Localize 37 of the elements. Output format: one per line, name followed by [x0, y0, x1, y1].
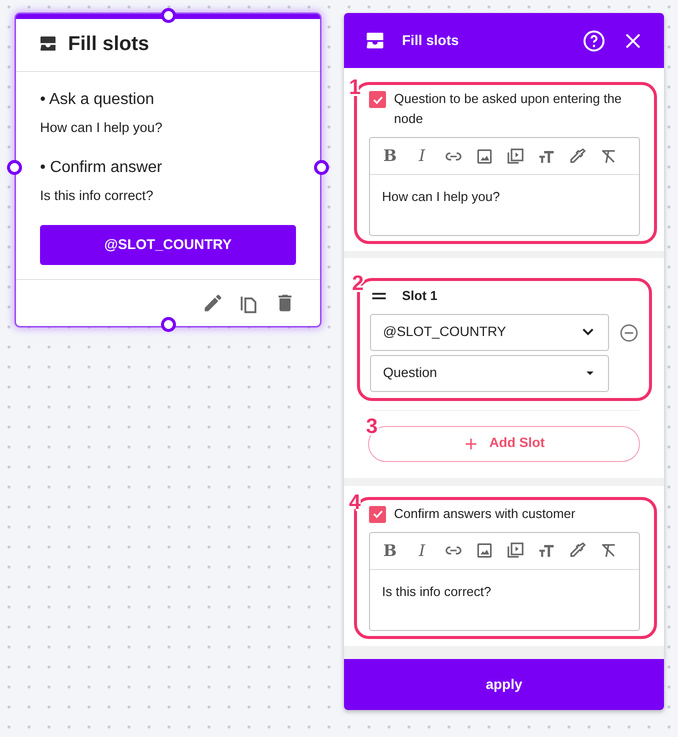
bold-button[interactable]: B: [380, 540, 400, 560]
flow-node-card[interactable]: Fill slots • Ask a question How can I help you? • Confirm answer Is this info correct? @SLOT_COUNTRY: [16, 14, 320, 326]
editor-text: How can I help you?: [381, 188, 501, 206]
slot-button[interactable]: @SLOT_COUNTRY: [40, 224, 296, 264]
color-icon[interactable]: [568, 146, 587, 166]
rich-text-editor[interactable]: B I Is this info correct?: [369, 532, 640, 630]
color-icon[interactable]: [568, 541, 587, 560]
editor-text: Is this info correct?: [381, 582, 492, 600]
checkbox-label: Question to be asked upon entering the node: [394, 90, 623, 128]
variable-select[interactable]: @SLOT_COUNTRY: [370, 314, 609, 350]
step-text: How can I help you?: [40, 119, 164, 137]
image-icon[interactable]: [475, 541, 494, 560]
checkbox[interactable]: [369, 91, 386, 108]
type-select[interactable]: Question: [370, 354, 609, 392]
step-heading: • Ask a question: [40, 90, 156, 110]
italic-button[interactable]: I: [412, 540, 432, 560]
apply-button[interactable]: apply: [344, 658, 664, 710]
plus-icon: [463, 436, 480, 452]
checkbox-label: Confirm answers with customer: [394, 504, 576, 522]
rich-text-editor[interactable]: B I How can I help you?: [369, 137, 640, 236]
video-icon[interactable]: [506, 146, 525, 166]
step-heading: • Confirm answer: [40, 158, 164, 178]
connection-handle[interactable]: [7, 160, 22, 175]
edit-icon[interactable]: [202, 292, 224, 314]
italic-button[interactable]: I: [412, 146, 432, 166]
slot-title: Slot 1: [402, 287, 438, 305]
checkbox[interactable]: [369, 506, 386, 522]
video-icon[interactable]: [506, 541, 525, 560]
clear-icon[interactable]: [599, 541, 618, 560]
panel-title: Fill slots: [402, 31, 460, 50]
bold-button[interactable]: B: [380, 146, 400, 166]
step-text: Is this info correct?: [40, 187, 154, 206]
image-icon[interactable]: [475, 146, 494, 166]
node-title: Fill slots: [68, 32, 150, 57]
remove-icon[interactable]: [619, 322, 639, 342]
connection-handle[interactable]: [161, 8, 176, 23]
help-icon[interactable]: [582, 28, 606, 52]
